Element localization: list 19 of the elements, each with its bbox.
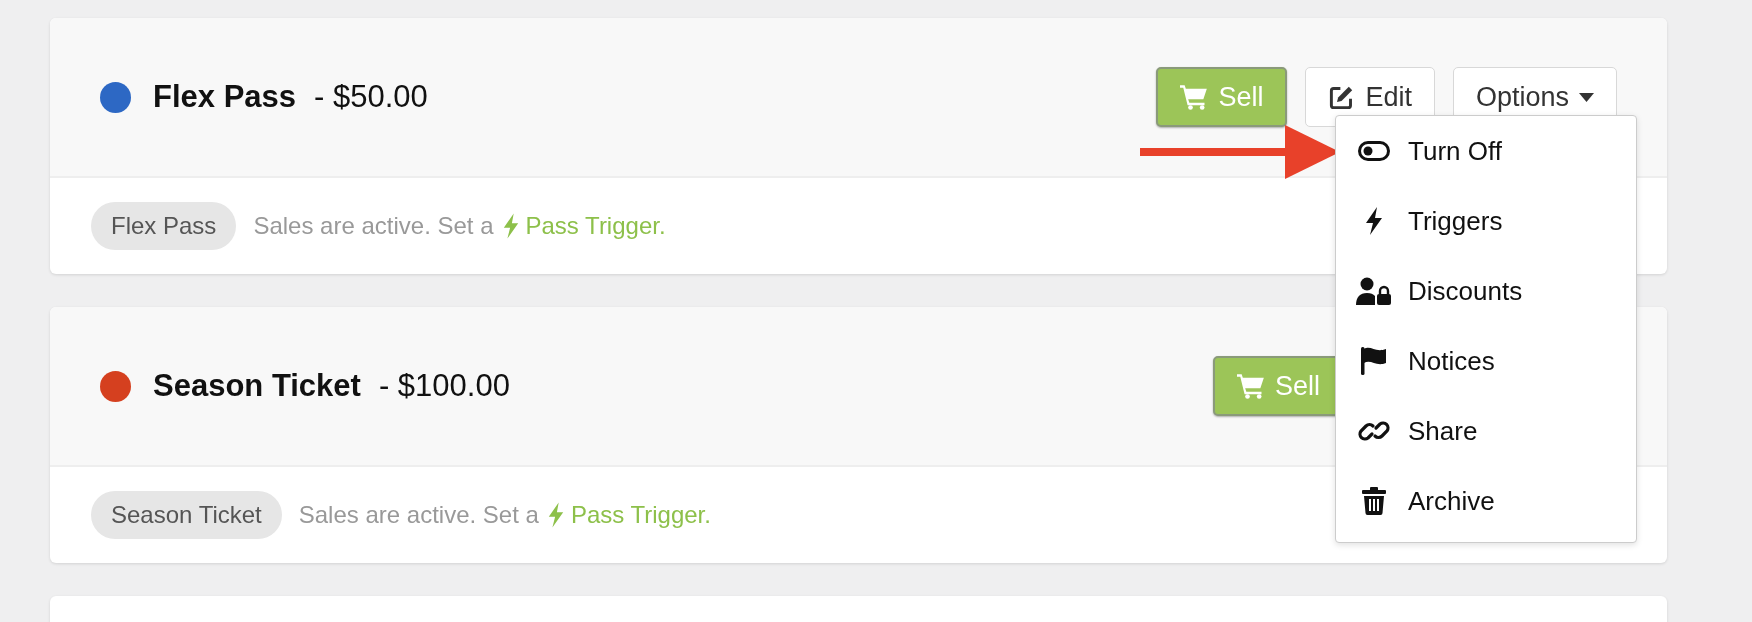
caret-icon: [1579, 92, 1594, 102]
toggle-icon: [1356, 141, 1392, 161]
pass-name: Season Ticket: [153, 368, 361, 404]
pass-price: - $50.00: [314, 79, 428, 115]
bolt-icon: [501, 213, 520, 239]
pass-price: - $100.00: [378, 368, 510, 404]
menu-item[interactable]: Archive: [1336, 466, 1636, 536]
bolt-icon: [546, 502, 565, 528]
status-text: Sales are active. Set a: [298, 501, 539, 529]
link-icon: [1356, 418, 1392, 444]
menu-item[interactable]: Discounts: [1336, 256, 1636, 326]
status-text: Sales are active. Set a: [253, 212, 494, 240]
cart-icon: [1180, 84, 1209, 110]
user-lock-icon: [1356, 277, 1392, 305]
pass-name: Flex Pass: [153, 79, 297, 115]
menu-item[interactable]: Triggers: [1336, 186, 1636, 256]
cart-icon: [1236, 373, 1265, 399]
pass-type-tag: Flex Pass: [91, 202, 237, 250]
pass-type-tag: Season Ticket: [91, 491, 282, 539]
